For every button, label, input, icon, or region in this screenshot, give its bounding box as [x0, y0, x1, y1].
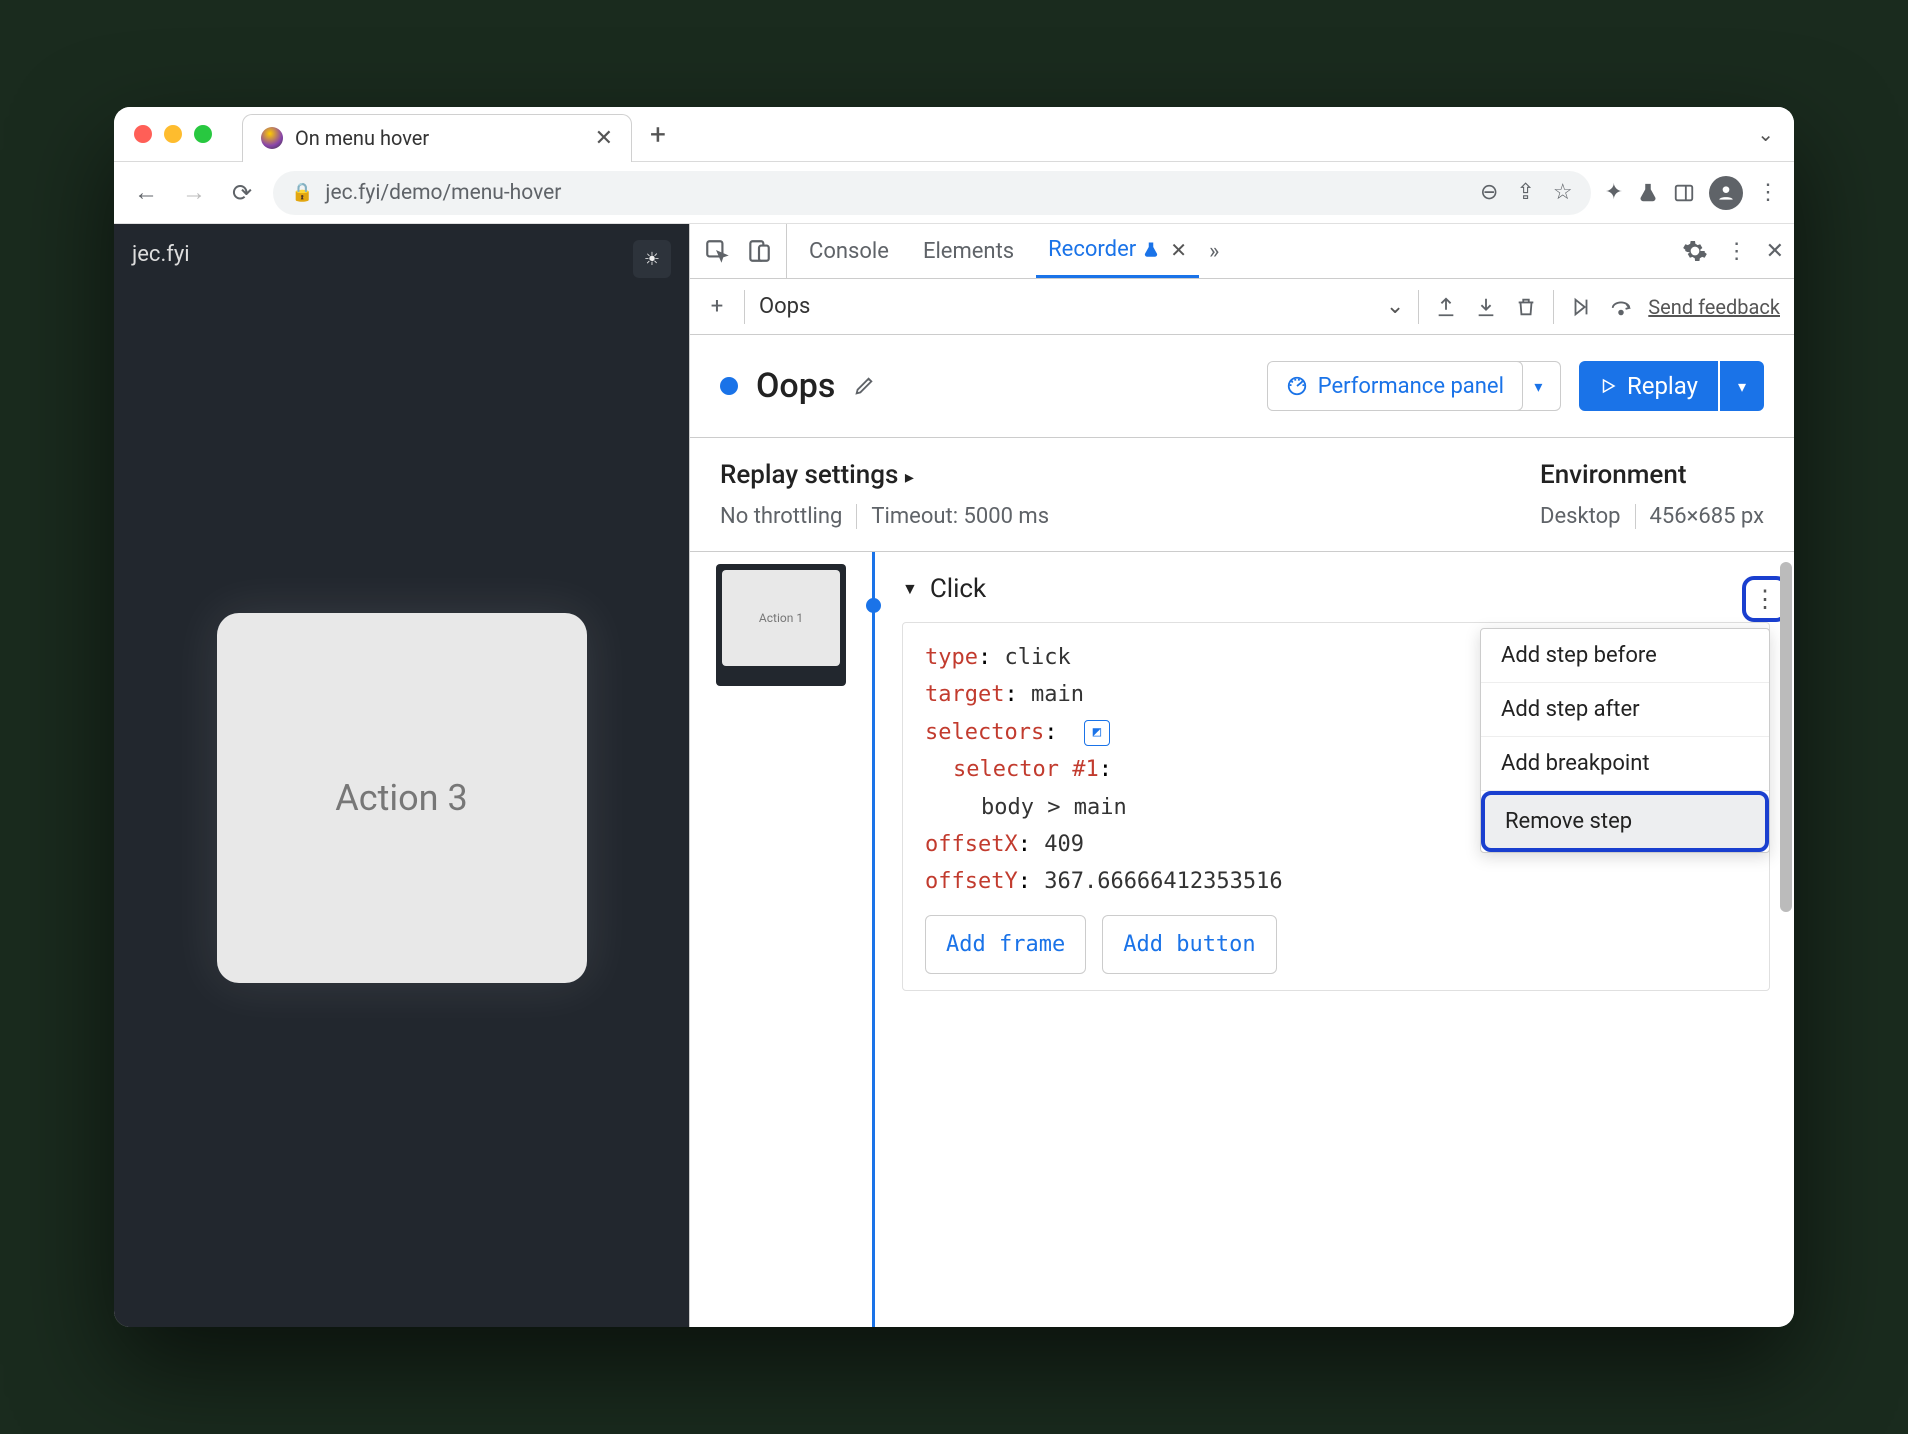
step-header[interactable]: ▼ Click: [894, 562, 1770, 622]
ctx-add-step-after[interactable]: Add step after: [1481, 683, 1769, 737]
action-card[interactable]: Action 3: [217, 613, 587, 983]
import-icon[interactable]: [1473, 294, 1499, 320]
profile-avatar[interactable]: [1709, 176, 1743, 210]
scrollbar[interactable]: [1780, 562, 1792, 912]
replay-button[interactable]: Replay: [1579, 361, 1718, 411]
zoom-out-icon[interactable]: ⊖: [1480, 180, 1498, 205]
step-context-menu: Add step before Add step after Add break…: [1480, 628, 1770, 853]
extensions-icon[interactable]: ✦: [1605, 180, 1623, 205]
close-window-button[interactable]: [134, 125, 152, 143]
play-step-icon[interactable]: [1568, 294, 1594, 320]
devtools-panel: Console Elements Recorder ✕ » ⋮ ✕: [689, 224, 1794, 1327]
recording-header: Oops Performance panel ▾ Replay ▾: [690, 335, 1794, 438]
selector-picker-icon[interactable]: ◩: [1084, 720, 1110, 746]
caret-right-icon: ▸: [905, 467, 914, 488]
toolbar: ← → ⟳ 🔒 jec.fyi/demo/menu-hover ⊖ ⇪ ☆ ✦ …: [114, 162, 1794, 224]
devtools-inspect-group: [700, 224, 787, 278]
lock-icon: 🔒: [291, 182, 313, 203]
performance-dropdown[interactable]: ▾: [1517, 361, 1561, 411]
flask-icon: [1142, 241, 1160, 259]
site-title: jec.fyi: [132, 242, 671, 267]
tab-title: On menu hover: [295, 126, 429, 150]
browser-menu-button[interactable]: ⋮: [1757, 180, 1779, 205]
send-feedback-link[interactable]: Send feedback: [1648, 295, 1780, 319]
ctx-remove-step[interactable]: Remove step: [1481, 791, 1769, 852]
forward-button[interactable]: →: [177, 176, 211, 210]
add-button-button[interactable]: Add button: [1102, 915, 1276, 974]
url-text: jec.fyi/demo/menu-hover: [325, 181, 561, 205]
environment-title: Environment: [1540, 460, 1764, 490]
labs-icon[interactable]: [1637, 182, 1659, 204]
titlebar: On menu hover ✕ + ⌄: [114, 107, 1794, 162]
timeout-value: Timeout: 5000 ms: [871, 504, 1049, 529]
address-right-icons: ⊖ ⇪ ☆: [1480, 180, 1573, 205]
recording-selector[interactable]: Oops ⌄: [759, 294, 1404, 319]
replay-dropdown[interactable]: ▾: [1720, 361, 1764, 411]
performance-panel-button[interactable]: Performance panel: [1267, 361, 1523, 411]
devtools-tabs: Console Elements Recorder ✕ » ⋮ ✕: [690, 224, 1794, 279]
browser-window: On menu hover ✕ + ⌄ ← → ⟳ 🔒 jec.fyi/demo…: [114, 107, 1794, 1327]
maximize-window-button[interactable]: [194, 125, 212, 143]
recording-title: Oops: [756, 366, 835, 406]
recorder-toolbar: + Oops ⌄: [690, 279, 1794, 335]
more-tabs-button[interactable]: »: [1209, 239, 1219, 264]
timeline: [854, 552, 894, 1327]
add-frame-button[interactable]: Add frame: [925, 915, 1086, 974]
gauge-icon: [1286, 375, 1308, 397]
tab-close-button[interactable]: ✕: [595, 126, 613, 151]
environment-col: Environment Desktop 456×685 px: [1540, 460, 1764, 529]
throttle-value: No throttling: [720, 504, 842, 529]
settings-row: Replay settings ▸ No throttling Timeout:…: [690, 438, 1794, 552]
devtools-right-icons: ⋮ ✕: [1682, 238, 1784, 264]
recording-status-dot: [720, 377, 738, 395]
step-over-icon[interactable]: [1608, 294, 1634, 320]
tabs-overflow-button[interactable]: ⌄: [1757, 122, 1774, 146]
panel-icon[interactable]: [1673, 182, 1695, 204]
devtools-close-button[interactable]: ✕: [1766, 239, 1784, 264]
step-body: ▼ Click ⋮ type: click target: main selec…: [894, 552, 1794, 1327]
delete-icon[interactable]: [1513, 294, 1539, 320]
steps-area: Action 1 ▼ Click ⋮ type: click target:: [690, 552, 1794, 1327]
ctx-add-breakpoint[interactable]: Add breakpoint: [1481, 737, 1769, 791]
caret-down-icon: ▼: [902, 579, 918, 599]
env-dimensions: 456×685 px: [1650, 504, 1765, 529]
bookmark-icon[interactable]: ☆: [1553, 180, 1573, 205]
tab-console[interactable]: Console: [797, 224, 901, 278]
content-area: jec.fyi ☀ Action 3 Console Elements: [114, 224, 1794, 1327]
window-controls: [134, 125, 212, 143]
play-icon: [1599, 377, 1617, 395]
edit-title-button[interactable]: [853, 375, 875, 397]
tab-recorder[interactable]: Recorder ✕: [1036, 224, 1199, 278]
settings-icon[interactable]: [1682, 238, 1708, 264]
share-icon[interactable]: ⇪: [1516, 180, 1534, 205]
add-recording-button[interactable]: +: [704, 294, 730, 320]
env-device: Desktop: [1540, 504, 1621, 529]
device-toggle-icon[interactable]: [746, 238, 772, 264]
ctx-add-step-before[interactable]: Add step before: [1481, 629, 1769, 683]
favicon-icon: [261, 127, 283, 149]
action-card-label: Action 3: [335, 777, 467, 819]
export-icon[interactable]: [1433, 294, 1459, 320]
step-title-text: Click: [930, 574, 986, 604]
inspect-element-icon[interactable]: [704, 238, 730, 264]
timeline-dot-icon: [866, 598, 881, 613]
new-tab-button[interactable]: +: [650, 118, 666, 151]
address-bar[interactable]: 🔒 jec.fyi/demo/menu-hover ⊖ ⇪ ☆: [273, 171, 1591, 215]
page-viewport: jec.fyi ☀ Action 3: [114, 224, 689, 1327]
replay-settings-title[interactable]: Replay settings ▸: [720, 460, 1049, 490]
browser-tab[interactable]: On menu hover ✕: [242, 114, 632, 162]
replay-settings-col: Replay settings ▸ No throttling Timeout:…: [720, 460, 1049, 529]
back-button[interactable]: ←: [129, 176, 163, 210]
chevron-down-icon: ⌄: [1386, 294, 1404, 319]
step-thumbnail[interactable]: Action 1: [716, 564, 846, 1327]
reload-button[interactable]: ⟳: [225, 176, 259, 210]
tab-close-icon[interactable]: ✕: [1170, 238, 1187, 262]
theme-toggle-button[interactable]: ☀: [633, 240, 671, 278]
devtools-menu-button[interactable]: ⋮: [1726, 239, 1748, 264]
tab-elements[interactable]: Elements: [911, 224, 1026, 278]
minimize-window-button[interactable]: [164, 125, 182, 143]
